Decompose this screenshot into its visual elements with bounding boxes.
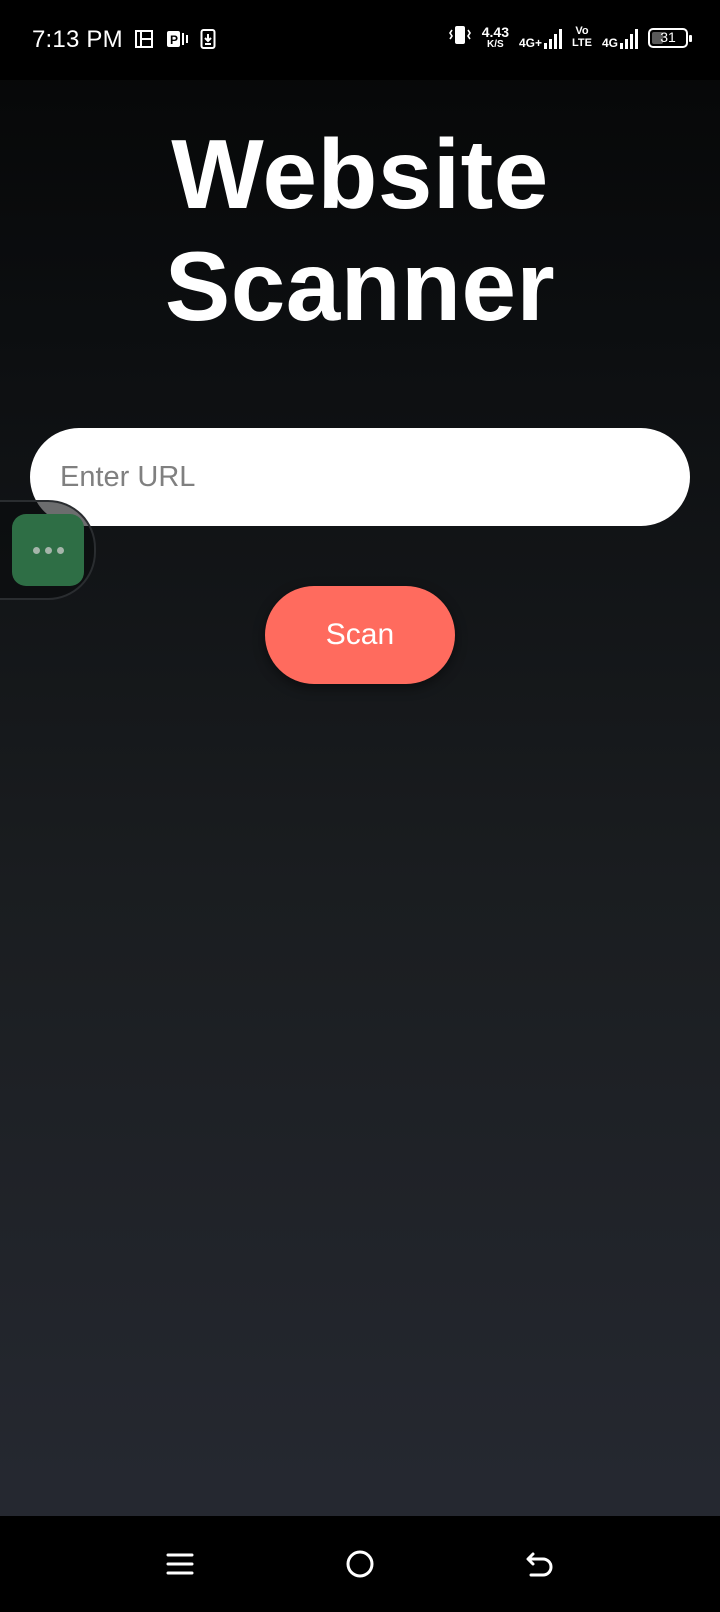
parking-icon: P	[166, 29, 188, 54]
status-right: 4.43 K/S 4G+ Vo LTE 4G 31	[448, 24, 692, 51]
network-1-label: 4G+	[519, 35, 543, 50]
signal-icon	[544, 27, 563, 49]
more-icon	[12, 514, 84, 586]
page-title: Website Scanner	[0, 118, 720, 342]
vibrate-icon	[448, 24, 472, 51]
network-2: 4G	[602, 27, 638, 49]
volte-bottom: LTE	[572, 36, 592, 49]
nav-bar	[0, 1516, 720, 1612]
scan-button-label: Scan	[325, 618, 395, 651]
status-bar: 7:13 PM P 4.43 K/S 4G+ Vo LTE 4G 31	[0, 0, 720, 80]
title-line-2: Scanner	[164, 231, 556, 341]
volte-label: Vo LTE	[572, 24, 592, 49]
notification-icons: P	[134, 29, 216, 54]
scan-button[interactable]: Scan	[265, 586, 455, 684]
title-line-1: Website	[171, 119, 549, 229]
home-icon[interactable]	[340, 1544, 380, 1584]
status-time: 7:13 PM	[32, 26, 123, 53]
network-2-label: 4G	[601, 35, 618, 50]
battery-icon: 31	[648, 27, 692, 48]
network-1: 4G+	[519, 27, 563, 50]
download-icon	[200, 29, 216, 54]
signal-icon	[620, 27, 638, 49]
url-input[interactable]	[30, 428, 690, 526]
gallery-icon	[134, 29, 154, 54]
net-speed: 4.43 K/S	[482, 25, 509, 50]
back-icon[interactable]	[520, 1544, 560, 1584]
volte-top: Vo	[575, 24, 589, 37]
net-speed-value: 4.43	[481, 24, 509, 40]
app-screen: 7:13 PM P 4.43 K/S 4G+ Vo LTE 4G 31 Webs…	[0, 0, 720, 1612]
net-speed-unit: K/S	[487, 39, 504, 50]
svg-text:P: P	[170, 33, 178, 47]
floating-bubble[interactable]	[0, 500, 96, 600]
menu-icon[interactable]	[160, 1544, 200, 1584]
battery-level: 31	[660, 28, 676, 45]
